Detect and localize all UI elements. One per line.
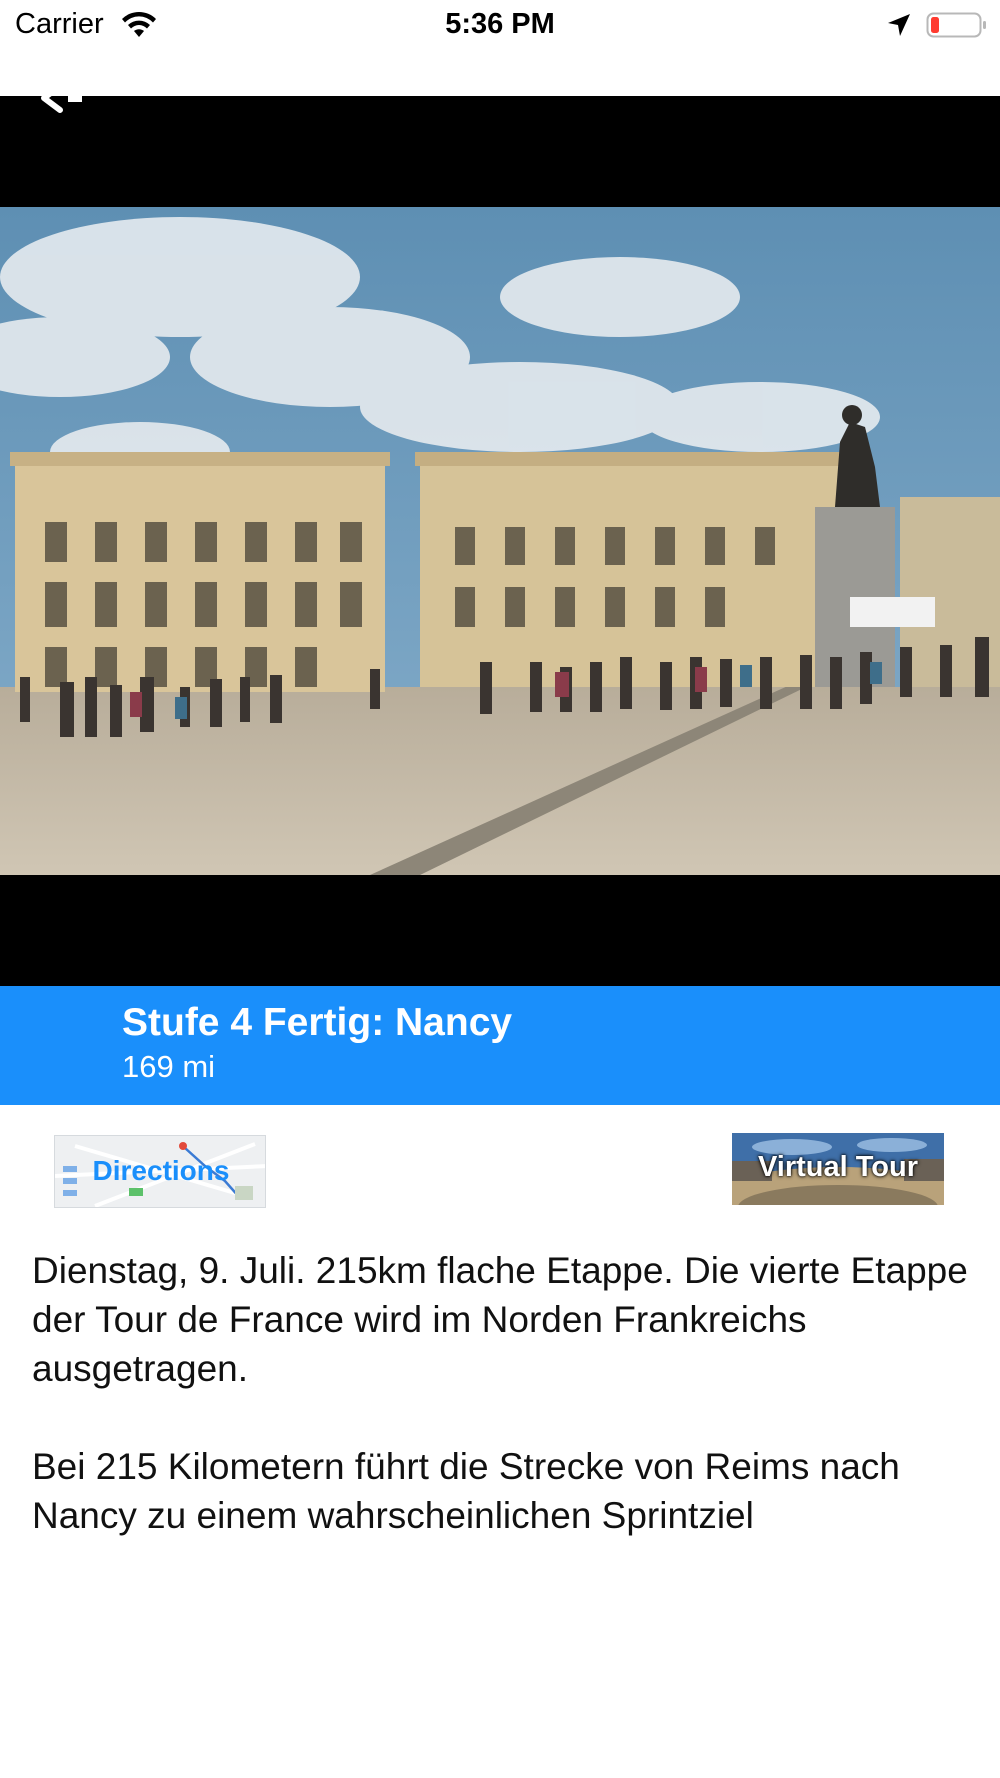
stage-distance: 169 mi [122,1049,216,1084]
stage-title: Stufe 4 Fertig: Nancy [122,1001,513,1044]
virtual-tour-label: Virtual Tour [757,1151,919,1183]
description-paragraph: Bei 215 Kilometern führt die Strecke von… [32,1446,900,1536]
directions-label: Directions [92,1155,230,1186]
place-stanislas-photo [0,207,1000,875]
battery-low-icon [926,12,986,38]
clock-label: 5:36 PM [445,8,555,40]
location-arrow-icon [888,14,910,36]
back-arrow-icon[interactable] [40,92,88,114]
virtual-tour-button[interactable]: Virtual Tour [732,1133,944,1205]
directions-button[interactable]: Directions [54,1135,266,1208]
status-bar: Carrier 5:36 PM [0,0,1000,52]
description-paragraph: Dienstag, 9. Juli. 215km flache Etappe. … [32,1250,968,1389]
stage-description: Dienstag, 9. Juli. 215km flache Etappe. … [32,1246,982,1589]
